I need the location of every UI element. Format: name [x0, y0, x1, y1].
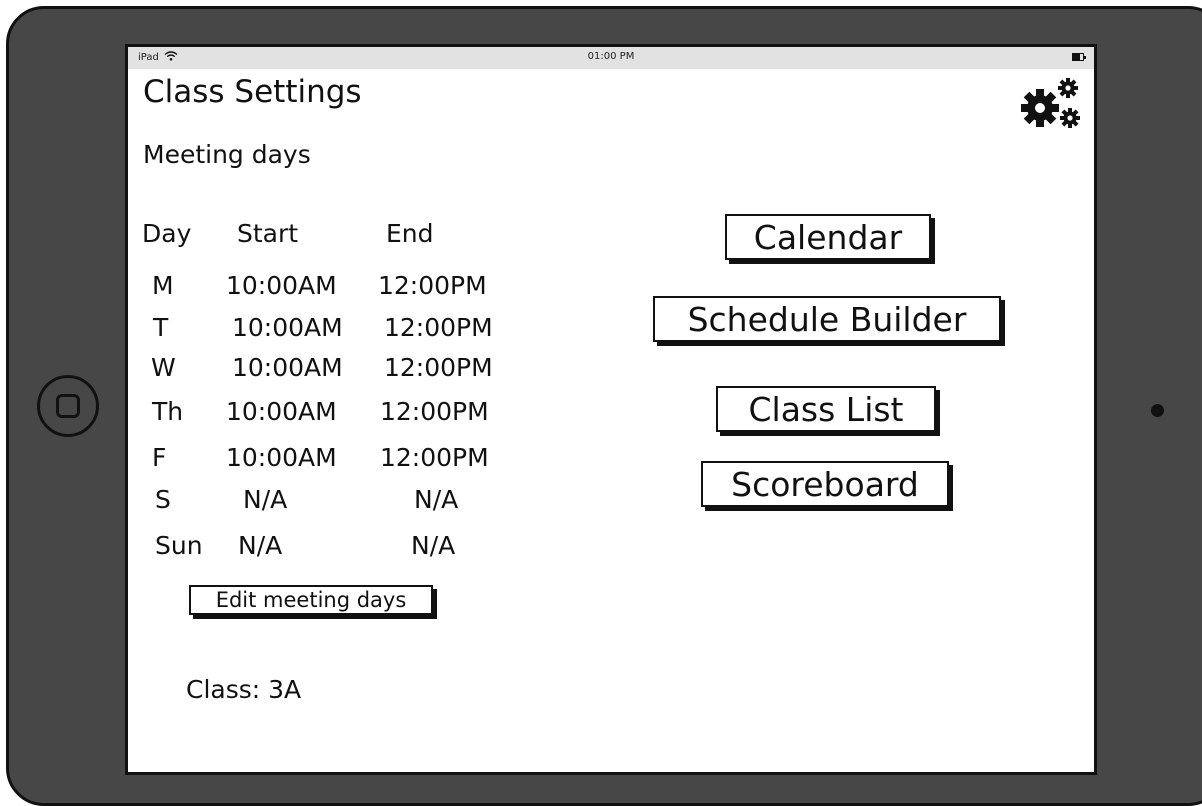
class-list-button[interactable]: Class List [716, 386, 936, 432]
camera-dot [1151, 404, 1164, 417]
home-button-icon [56, 394, 80, 418]
row-day: F [152, 443, 167, 472]
row-day: Th [152, 397, 184, 426]
schedule-builder-button[interactable]: Schedule Builder [653, 296, 1001, 342]
row-end: 12:00PM [384, 353, 493, 382]
row-end: 12:00PM [378, 271, 487, 300]
home-button[interactable] [37, 375, 99, 437]
row-day: S [155, 485, 171, 514]
row-end: N/A [414, 485, 459, 514]
row-end: N/A [411, 531, 456, 560]
class-label: Class: 3A [186, 675, 302, 704]
row-day: Sun [155, 531, 203, 560]
screen: iPad 01:00 PM Class Settings Meeting day… [125, 44, 1097, 775]
row-day: W [151, 353, 176, 382]
calendar-button[interactable]: Calendar [725, 214, 931, 260]
status-time: 01:00 PM [587, 51, 635, 62]
row-day: M [152, 271, 174, 300]
row-end: 12:00PM [380, 397, 489, 426]
row-end: 12:00PM [384, 313, 493, 342]
row-start: 10:00AM [232, 353, 343, 382]
row-start: 10:00AM [226, 443, 337, 472]
page-title: Class Settings [143, 74, 362, 110]
row-day: T [153, 313, 169, 342]
column-header-start: Start [237, 219, 299, 248]
gear-icon[interactable] [1018, 72, 1088, 132]
column-header-end: End [386, 219, 434, 248]
edit-meeting-days-button[interactable]: Edit meeting days [189, 585, 433, 615]
row-start: 10:00AM [226, 271, 337, 300]
row-start: 10:00AM [232, 313, 343, 342]
row-start: N/A [238, 531, 283, 560]
row-start: 10:00AM [226, 397, 337, 426]
column-header-day: Day [142, 219, 192, 248]
meeting-days-title: Meeting days [143, 140, 311, 169]
scoreboard-button[interactable]: Scoreboard [701, 461, 949, 507]
row-start: N/A [243, 485, 288, 514]
status-bar: iPad 01:00 PM [128, 47, 1094, 69]
battery-icon [1072, 53, 1086, 61]
row-end: 12:00PM [380, 443, 489, 472]
